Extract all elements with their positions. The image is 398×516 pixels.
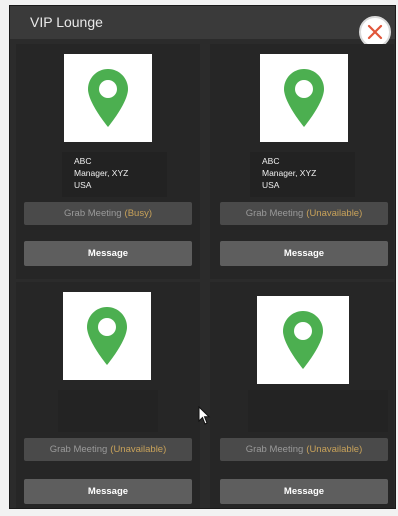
grab-meeting-label: Grab Meeting [245, 444, 304, 455]
profile-location: USA [74, 180, 92, 190]
vip-card: Grab Meeting (Unavailable) Message [210, 282, 394, 508]
availability-status: (Unavailable) [306, 208, 363, 219]
profile-info [58, 390, 158, 432]
profile-info [248, 390, 388, 432]
grab-meeting-button[interactable]: Grab Meeting (Busy) [24, 202, 192, 225]
mouse-cursor-icon [198, 406, 211, 425]
availability-status: (Busy) [124, 208, 152, 219]
grab-meeting-label: Grab Meeting [49, 444, 108, 455]
profile-location: USA [262, 180, 280, 190]
grab-meeting-label: Grab Meeting [245, 208, 304, 219]
vip-card: ABC Manager, XYZ USA Grab Meeting (Unava… [210, 44, 394, 279]
map-pin-icon [283, 311, 323, 369]
vip-lounge-panel: VIP Lounge ABC Manager, XYZ USA Grab Mee… [9, 5, 396, 509]
map-pin-icon [284, 69, 324, 127]
grab-meeting-button[interactable]: Grab Meeting (Unavailable) [220, 438, 388, 461]
profile-image [257, 296, 349, 384]
profile-title: Manager, XYZ [262, 168, 317, 178]
profile-name: ABC [262, 156, 280, 166]
profile-info: ABC Manager, XYZ USA [250, 152, 355, 197]
profile-name: ABC [74, 156, 92, 166]
availability-status: (Unavailable) [110, 444, 167, 455]
vip-card: ABC Manager, XYZ USA Grab Meeting (Busy)… [16, 44, 200, 279]
profile-image [63, 292, 151, 380]
message-button[interactable]: Message [220, 479, 388, 504]
vip-card: Grab Meeting (Unavailable) Message [16, 282, 200, 508]
grab-meeting-button[interactable]: Grab Meeting (Unavailable) [220, 202, 388, 225]
close-icon [367, 24, 383, 40]
map-pin-icon [88, 69, 128, 127]
grab-meeting-label: Grab Meeting [63, 208, 122, 219]
message-button[interactable]: Message [24, 241, 192, 266]
profile-info: ABC Manager, XYZ USA [62, 152, 167, 197]
window-title: VIP Lounge [30, 14, 103, 30]
profile-title: Manager, XYZ [74, 168, 129, 178]
profile-image [64, 54, 152, 142]
message-button[interactable]: Message [220, 241, 388, 266]
title-bar: VIP Lounge [10, 6, 395, 39]
grab-meeting-button[interactable]: Grab Meeting (Unavailable) [24, 438, 192, 461]
availability-status: (Unavailable) [306, 444, 363, 455]
message-button[interactable]: Message [24, 479, 192, 504]
map-pin-icon [87, 307, 127, 365]
profile-image [260, 54, 348, 142]
